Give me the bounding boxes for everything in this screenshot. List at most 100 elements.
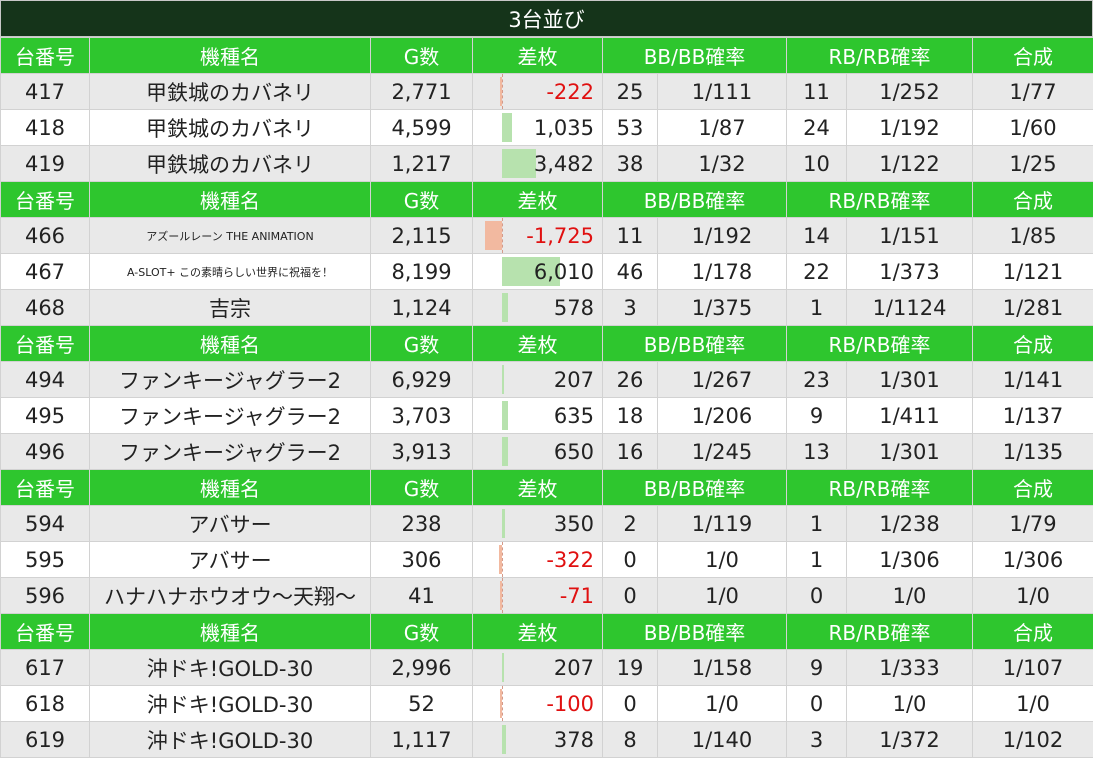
bb-prob-cell: 1/32 bbox=[657, 145, 787, 182]
header-total: 合成 bbox=[972, 325, 1093, 362]
bb-count-cell: 25 bbox=[602, 73, 658, 110]
bb-prob-cell: 1/158 bbox=[657, 649, 787, 686]
header-bb: BB/BB確率 bbox=[602, 325, 787, 362]
diff-value: 6,010 bbox=[533, 259, 594, 284]
header-diff: 差枚 bbox=[472, 469, 603, 506]
total-prob-cell: 1/281 bbox=[972, 289, 1093, 326]
bb-prob-cell: 1/192 bbox=[657, 217, 787, 254]
bb-prob-cell: 1/119 bbox=[657, 505, 787, 542]
table-row: 594 アバサー 238 350 2 1/119 1 1/238 1/79 bbox=[0, 505, 1093, 542]
bb-count-cell: 16 bbox=[602, 433, 658, 470]
total-prob-cell: 1/25 bbox=[972, 145, 1093, 182]
rb-prob-cell: 1/306 bbox=[845, 541, 974, 578]
diff-cell: -1,725 bbox=[472, 217, 603, 254]
machine-no-cell: 594 bbox=[0, 505, 90, 542]
header-games: G数 bbox=[370, 325, 473, 362]
diff-positive-bar bbox=[502, 653, 504, 682]
header-machine-name: 機種名 bbox=[89, 181, 371, 218]
bb-count-cell: 26 bbox=[602, 361, 658, 398]
machine-name-cell: A-SLOT+ この素晴らしい世界に祝福を！ bbox=[89, 253, 371, 290]
header-machine-no: 台番号 bbox=[0, 181, 90, 218]
header-total: 合成 bbox=[972, 469, 1093, 506]
total-prob-cell: 1/306 bbox=[972, 541, 1093, 578]
machine-no-cell: 466 bbox=[0, 217, 90, 254]
bb-prob-cell: 1/140 bbox=[657, 721, 787, 758]
bb-count-cell: 53 bbox=[602, 109, 658, 146]
rb-count-cell: 9 bbox=[786, 397, 847, 434]
rb-prob-cell: 1/0 bbox=[845, 685, 974, 722]
games-cell: 52 bbox=[370, 685, 473, 722]
table-row: 618 沖ドキ!GOLD-30 52 -100 0 1/0 0 1/0 1/0 bbox=[0, 685, 1093, 722]
diff-zero-line bbox=[502, 686, 503, 721]
machine-no-cell: 494 bbox=[0, 361, 90, 398]
diff-cell: -322 bbox=[472, 541, 603, 578]
rb-prob-cell: 1/411 bbox=[845, 397, 974, 434]
bb-prob-cell: 1/0 bbox=[657, 685, 787, 722]
diff-zero-line bbox=[502, 542, 503, 577]
total-prob-cell: 1/0 bbox=[972, 685, 1093, 722]
header-bb: BB/BB確率 bbox=[602, 469, 787, 506]
header-rb: RB/RB確率 bbox=[785, 469, 974, 506]
total-prob-cell: 1/141 bbox=[972, 361, 1093, 398]
rb-count-cell: 10 bbox=[786, 145, 847, 182]
bb-count-cell: 8 bbox=[602, 721, 658, 758]
bb-count-cell: 2 bbox=[602, 505, 658, 542]
bb-prob-cell: 1/245 bbox=[657, 433, 787, 470]
machine-no-cell: 417 bbox=[0, 73, 90, 110]
total-prob-cell: 1/85 bbox=[972, 217, 1093, 254]
bb-prob-cell: 1/0 bbox=[657, 541, 787, 578]
diff-cell: 578 bbox=[472, 289, 603, 326]
header-total: 合成 bbox=[972, 613, 1093, 650]
machine-no-cell: 595 bbox=[0, 541, 90, 578]
diff-cell: -100 bbox=[472, 685, 603, 722]
header-games: G数 bbox=[370, 37, 473, 74]
table-row: 496 ファンキージャグラー2 3,913 650 16 1/245 13 1/301 1/13… bbox=[0, 433, 1093, 470]
machine-name-cell: ファンキージャグラー2 bbox=[89, 433, 371, 470]
header-bb: BB/BB確率 bbox=[602, 181, 787, 218]
rb-prob-cell: 1/192 bbox=[845, 109, 974, 146]
total-prob-cell: 1/102 bbox=[972, 721, 1093, 758]
rb-count-cell: 23 bbox=[786, 361, 847, 398]
games-cell: 3,913 bbox=[370, 433, 473, 470]
diff-positive-bar bbox=[502, 365, 504, 394]
bb-count-cell: 19 bbox=[602, 649, 658, 686]
header-games: G数 bbox=[370, 613, 473, 650]
header-rb: RB/RB確率 bbox=[785, 325, 974, 362]
header-total: 合成 bbox=[972, 181, 1093, 218]
machine-name-cell: 甲鉄城のカバネリ bbox=[89, 73, 371, 110]
diff-value: -322 bbox=[546, 547, 594, 572]
total-prob-cell: 1/135 bbox=[972, 433, 1093, 470]
machine-name-cell: アズールレーン THE ANIMATION bbox=[89, 217, 371, 254]
header-diff: 差枚 bbox=[472, 613, 603, 650]
header-diff: 差枚 bbox=[472, 325, 603, 362]
diff-positive-bar bbox=[502, 509, 505, 538]
header-rb: RB/RB確率 bbox=[785, 613, 974, 650]
machine-name-cell: アバサー bbox=[89, 505, 371, 542]
machine-name-cell: 甲鉄城のカバネリ bbox=[89, 145, 371, 182]
header-machine-name: 機種名 bbox=[89, 469, 371, 506]
machine-name-cell: 甲鉄城のカバネリ bbox=[89, 109, 371, 146]
games-cell: 41 bbox=[370, 577, 473, 614]
header-machine-no: 台番号 bbox=[0, 325, 90, 362]
diff-cell: 635 bbox=[472, 397, 603, 434]
rb-prob-cell: 1/301 bbox=[845, 433, 974, 470]
machine-name-cell: ハナハナホウオウ～天翔～ bbox=[89, 577, 371, 614]
bb-prob-cell: 1/87 bbox=[657, 109, 787, 146]
bb-count-cell: 46 bbox=[602, 253, 658, 290]
diff-cell: 6,010 bbox=[472, 253, 603, 290]
bb-count-cell: 0 bbox=[602, 685, 658, 722]
header-rb: RB/RB確率 bbox=[785, 37, 974, 74]
table-row: 617 沖ドキ!GOLD-30 2,996 207 19 1/158 9 1/333 1/107 bbox=[0, 649, 1093, 686]
table-header-row: 台番号 機種名 G数 差枚 BB/BB確率 RB/RB確率 合成 bbox=[0, 325, 1093, 362]
diff-positive-bar bbox=[502, 149, 536, 178]
games-cell: 238 bbox=[370, 505, 473, 542]
machine-no-cell: 467 bbox=[0, 253, 90, 290]
rb-count-cell: 1 bbox=[786, 505, 847, 542]
machine-name-cell: 沖ドキ!GOLD-30 bbox=[89, 721, 371, 758]
header-games: G数 bbox=[370, 469, 473, 506]
table-header-row: 台番号 機種名 G数 差枚 BB/BB確率 RB/RB確率 合成 bbox=[0, 469, 1093, 506]
table-row: 466 アズールレーン THE ANIMATION 2,115 -1,725 11 1/1… bbox=[0, 217, 1093, 254]
rb-count-cell: 0 bbox=[786, 577, 847, 614]
machine-no-cell: 419 bbox=[0, 145, 90, 182]
games-cell: 3,703 bbox=[370, 397, 473, 434]
